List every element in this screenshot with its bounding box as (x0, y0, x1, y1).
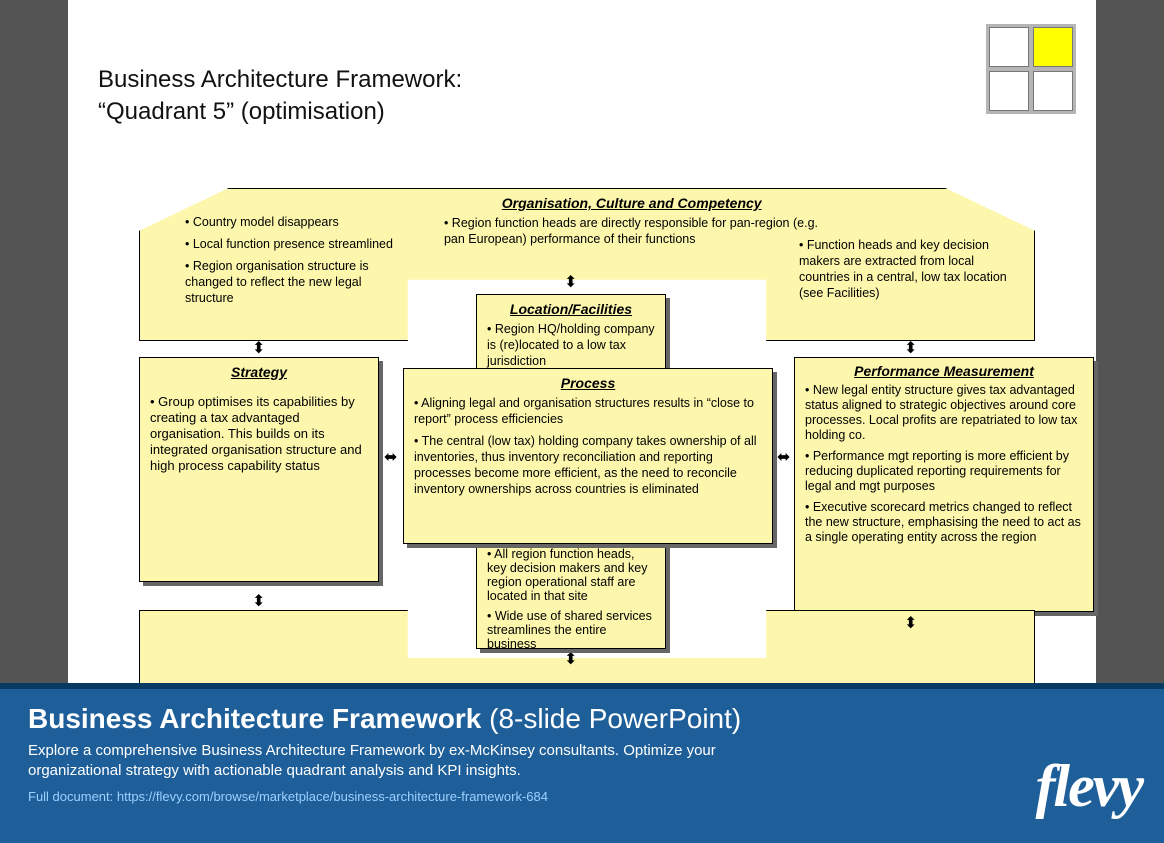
org-center-text: • Region function heads are directly res… (444, 215, 819, 247)
title-line-1: Business Architecture Framework: (98, 66, 462, 93)
org-right: • Function heads and key decision makers… (799, 237, 1009, 301)
footer-title-tail: (8-slide PowerPoint) (481, 703, 741, 734)
arrow-icon: ⬌ (384, 450, 397, 466)
box-header: Location/Facilities (487, 301, 655, 317)
footer-title-bold: Business Architecture Framework (28, 703, 481, 734)
box-performance: Performance Measurement • New legal enti… (794, 357, 1094, 612)
promo-footer: Business Architecture Framework (8-slide… (0, 683, 1164, 843)
quadrant-cell (1033, 71, 1073, 111)
box-header: Organisation, Culture and Competency (444, 195, 819, 211)
location-top: • Region HQ/holding company is (re)locat… (487, 321, 655, 369)
footer-url[interactable]: Full document: https://flevy.com/browse/… (28, 789, 1136, 804)
quadrant-cell-active (1033, 27, 1073, 67)
arrow-icon: ⬍ (252, 594, 265, 610)
footer-title: Business Architecture Framework (8-slide… (28, 703, 1136, 735)
arrow-icon: ⬍ (904, 616, 917, 632)
box-header: Strategy (150, 364, 368, 380)
slide-title: Business Architecture Framework: “Quadra… (98, 64, 462, 128)
org-left-3: • Region organisation structure is chang… (185, 258, 395, 306)
strategy-body: • Group optimises its capabilities by cr… (150, 394, 368, 474)
box-header: Process (414, 375, 762, 391)
perf-p1: • New legal entity structure gives tax a… (805, 383, 1083, 443)
footer-description: Explore a comprehensive Business Archite… (28, 741, 768, 781)
location-bottom-2: • Wide use of shared services streamline… (487, 609, 655, 651)
quadrant-cell (989, 27, 1029, 67)
box-process: Process • Aligning legal and organisatio… (403, 368, 773, 544)
quadrant-indicator (986, 24, 1076, 114)
quadrant-cell (989, 71, 1029, 111)
org-left-1: • Country model disappears (185, 214, 395, 230)
slide: Business Architecture Framework: “Quadra… (68, 0, 1096, 686)
arrow-icon: ⬍ (904, 341, 917, 357)
perf-p3: • Executive scorecard metrics changed to… (805, 500, 1083, 545)
flevy-logo: flevy (1035, 752, 1142, 821)
location-bottom-1: • All region function heads, key decisio… (487, 547, 655, 603)
title-line-2: “Quadrant 5” (optimisation) (98, 98, 385, 125)
org-left-2: • Local function presence streamlined (185, 236, 395, 252)
arrow-icon: ⬌ (777, 450, 790, 466)
arrow-icon: ⬍ (252, 341, 265, 357)
arrow-icon: ⬍ (564, 275, 577, 291)
box-strategy: Strategy • Group optimises its capabilit… (139, 357, 379, 582)
process-p2: • The central (low tax) holding company … (414, 433, 762, 497)
box-header: Performance Measurement (805, 364, 1083, 379)
page-root: Business Architecture Framework: “Quadra… (0, 0, 1164, 843)
process-p1: • Aligning legal and organisation struct… (414, 395, 762, 427)
perf-p2: • Performance mgt reporting is more effi… (805, 449, 1083, 494)
